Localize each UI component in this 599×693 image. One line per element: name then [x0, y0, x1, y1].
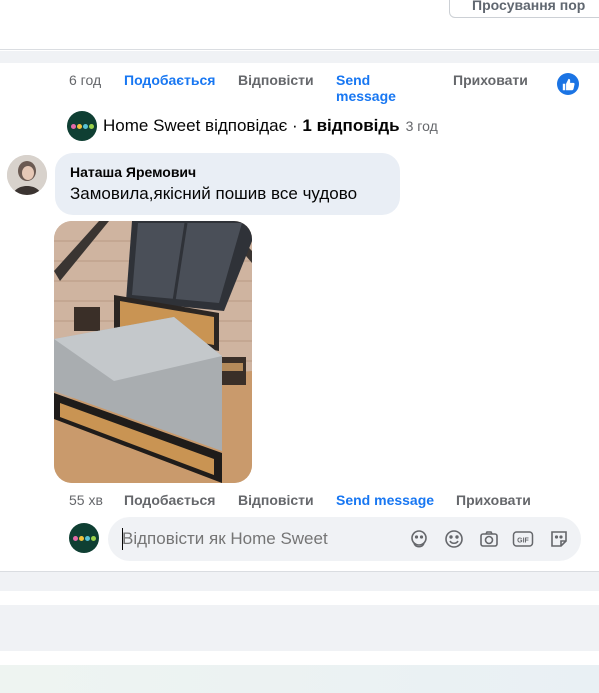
svg-text:GIF: GIF [517, 538, 529, 545]
comment-time[interactable]: 55 хв [69, 492, 103, 508]
hide-button[interactable]: Приховати [456, 492, 531, 508]
hide-button[interactable]: Приховати [453, 72, 528, 88]
bottom-card-body [0, 665, 599, 693]
next-card-body [0, 605, 599, 651]
like-reaction-icon[interactable] [557, 73, 579, 95]
reply-input[interactable] [122, 527, 392, 551]
emoji-icon[interactable] [443, 528, 465, 550]
send-message-button[interactable]: Send message [336, 492, 434, 508]
reply-button[interactable]: Відповісти [238, 492, 314, 508]
replies-summary-text[interactable]: Home Sweet відповідає · 1 відповідь [103, 116, 400, 136]
like-button[interactable]: Подобається [124, 72, 215, 88]
replies-time: 3 год [405, 118, 438, 134]
replies-summary[interactable]: Home Sweet відповідає · 1 відповідь 3 го… [67, 111, 438, 141]
text-caret [122, 528, 123, 550]
reply-button[interactable]: Відповісти [238, 72, 314, 88]
section-gap [0, 51, 599, 63]
commenter-avatar[interactable] [7, 155, 47, 195]
composer-page-logo [69, 523, 99, 553]
comment-author[interactable]: Наташа Яремович [70, 164, 385, 180]
top-bar: Просування пор [0, 0, 599, 50]
send-message-button[interactable]: Send message [336, 72, 416, 104]
sticker-icon[interactable] [548, 528, 570, 550]
reply-composer: GIF [108, 517, 581, 561]
avatar-sticker-icon[interactable] [408, 528, 430, 550]
camera-icon[interactable] [478, 528, 500, 550]
comment-bubble: Наташа Яремович Замовила,якісний пошив в… [55, 153, 400, 215]
page-logo [67, 111, 97, 141]
next-card [0, 591, 599, 651]
bottom-card [0, 651, 599, 693]
promote-button[interactable]: Просування пор [449, 0, 599, 18]
page-logo [69, 523, 99, 553]
comment-photo[interactable] [54, 221, 252, 483]
gif-icon[interactable]: GIF [512, 528, 534, 550]
comment-text: Замовила,якісний пошив все чудово [70, 184, 358, 203]
like-button[interactable]: Подобається [124, 492, 215, 508]
feed-divider [0, 571, 599, 591]
comment-time[interactable]: 6 год [69, 72, 101, 88]
